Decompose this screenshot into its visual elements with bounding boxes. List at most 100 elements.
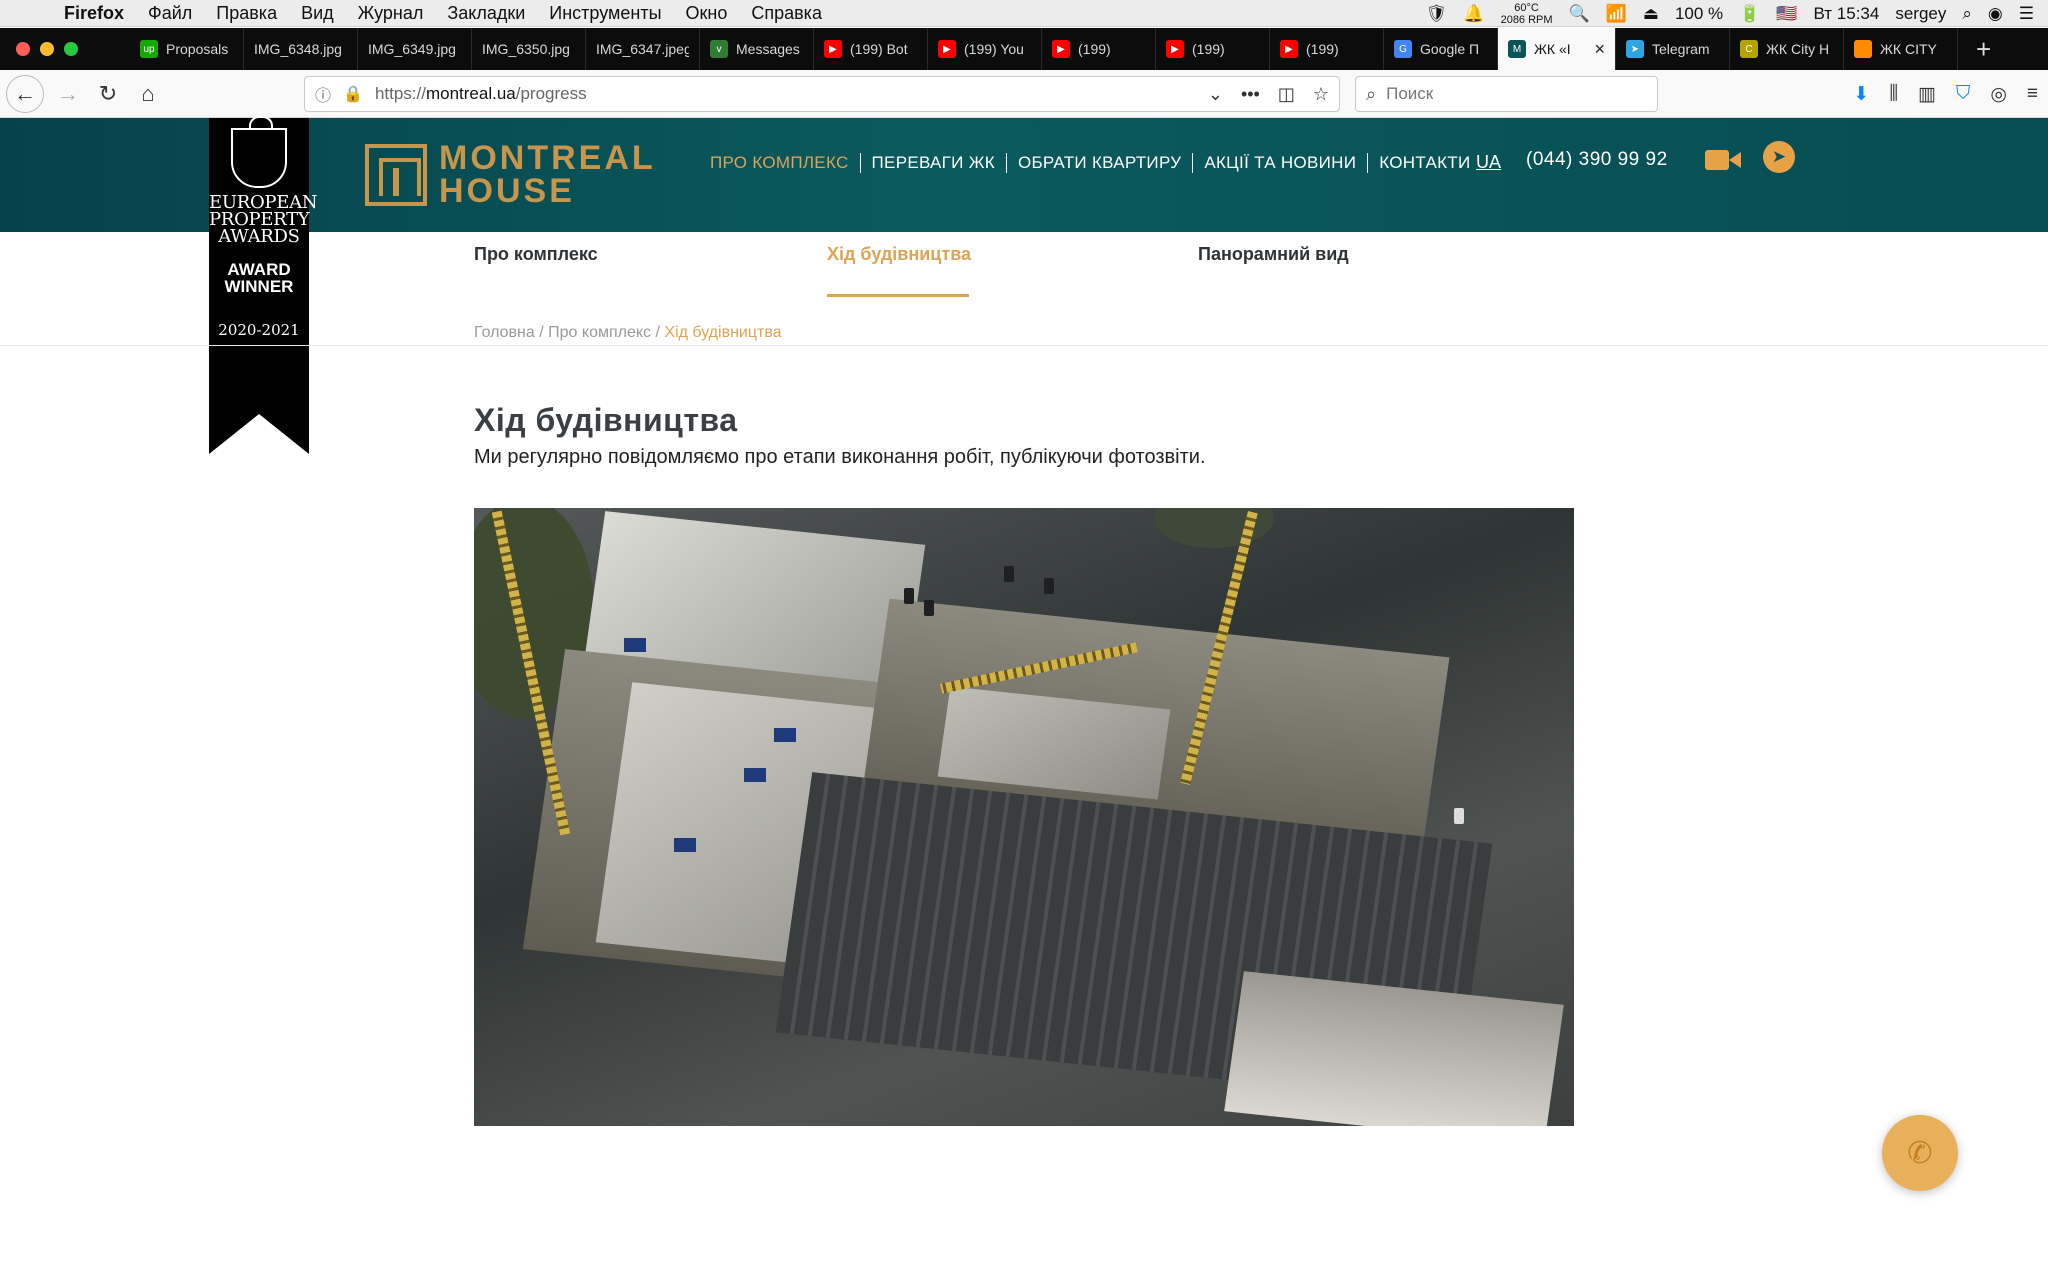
user-name[interactable]: sergey <box>1895 4 1946 24</box>
tab-label: (199) <box>1306 41 1339 57</box>
nav-advantages[interactable]: ПЕРЕВАГИ ЖК <box>861 153 1007 173</box>
nav-news[interactable]: АКЦІЇ ТА НОВИНИ <box>1193 153 1369 173</box>
reload-button[interactable]: ↻ <box>88 76 128 112</box>
page-title: Хід будівництва <box>474 402 738 438</box>
library-icon[interactable]: ⫼ <box>1889 83 1898 105</box>
nav-contacts[interactable]: КОНТАКТИ <box>1368 153 1481 173</box>
sidebar-icon[interactable]: ▥ <box>1918 83 1936 106</box>
chevron-down-icon[interactable]: ⌄ <box>1208 84 1223 105</box>
logo-mark-icon <box>365 144 427 206</box>
close-window-icon[interactable] <box>16 42 30 56</box>
bookmark-star-icon[interactable]: ☆ <box>1313 84 1329 105</box>
menu-edit[interactable]: Правка <box>216 3 277 24</box>
tab-about-complex[interactable]: Про комплекс <box>474 244 598 265</box>
tab-favicon-icon <box>1854 40 1872 58</box>
browser-tab[interactable]: v Messages <box>700 28 814 70</box>
menu-status-area: 🛡 🔔 60°C 2086 RPM 🔍 📶 ⏏ 100 % 🔋 🇺🇸 Вт 15:… <box>1426 0 2034 27</box>
tab-favicon-icon: C <box>1740 40 1758 58</box>
tab-favicon-icon: M <box>1508 40 1526 58</box>
minimize-window-icon[interactable] <box>40 42 54 56</box>
browser-tab[interactable]: ➤ Telegram <box>1616 28 1730 70</box>
tab-favicon-icon: up <box>140 40 158 58</box>
siri-icon[interactable]: ◉ <box>1988 4 2003 24</box>
more-actions-icon[interactable]: ••• <box>1241 84 1260 105</box>
breadcrumb-current: Хід будівництва <box>664 324 782 341</box>
tab-label: IMG_6350.jpg <box>482 41 570 57</box>
search-bar[interactable]: ⌕ Поиск <box>1355 76 1658 112</box>
browser-tab[interactable]: up Proposals <box>130 28 244 70</box>
notification-icon[interactable]: 🔔 <box>1463 4 1484 24</box>
menu-help[interactable]: Справка <box>751 3 822 24</box>
page-lead: Ми регулярно повідомляємо про етапи вико… <box>474 446 1206 468</box>
browser-tab[interactable]: ▶ (199) <box>1156 28 1270 70</box>
menu-file[interactable]: Файл <box>148 3 192 24</box>
menu-app-name[interactable]: Firefox <box>64 3 124 24</box>
new-tab-button[interactable]: + <box>1976 34 1991 65</box>
home-button[interactable]: ⌂ <box>128 76 168 112</box>
language-switch[interactable]: UA <box>1476 152 1501 173</box>
browser-tab[interactable]: ▶ (199) <box>1042 28 1156 70</box>
browser-tab[interactable]: IMG_6347.jpeg <box>586 28 700 70</box>
breadcrumb-home[interactable]: Головна <box>474 324 535 341</box>
tab-label: IMG_6349.jpg <box>368 41 456 57</box>
tab-favicon-icon: ▶ <box>1280 40 1298 58</box>
url-actions: ⌄ ••• ◫ ☆ <box>1208 84 1329 105</box>
search-app-icon[interactable]: 🔍 <box>1569 4 1590 24</box>
pocket-icon[interactable]: ◫ <box>1278 84 1295 105</box>
header-phone[interactable]: (044) 390 99 92 <box>1526 149 1668 171</box>
video-camera-icon[interactable] <box>1705 146 1741 174</box>
construction-photo[interactable] <box>474 508 1574 1126</box>
crest-icon <box>231 116 287 188</box>
notification-center-icon[interactable]: ☰ <box>2019 4 2034 24</box>
battery-percent[interactable]: 100 % <box>1675 4 1723 24</box>
nav-about[interactable]: ПРО КОМПЛЕКС <box>710 153 861 173</box>
breadcrumb-parent[interactable]: Про комплекс <box>548 324 651 341</box>
browser-tab[interactable]: IMG_6348.jpg <box>244 28 358 70</box>
phone-icon: ✆ <box>1907 1136 1933 1170</box>
close-tab-icon[interactable]: × <box>1594 39 1605 60</box>
browser-tab[interactable]: ▶ (199) <box>1270 28 1384 70</box>
tab-label: Telegram <box>1652 41 1710 57</box>
menu-tools[interactable]: Инструменты <box>549 3 661 24</box>
browser-tab[interactable]: C ЖК City H <box>1730 28 1844 70</box>
spotlight-icon[interactable]: ⌕ <box>1962 4 1972 24</box>
download-icon[interactable]: ⬇ <box>1853 83 1869 106</box>
battery-icon[interactable]: 🔋 <box>1739 4 1760 24</box>
url-bar[interactable]: ⓘ 🔒 https://montreal.ua/progress ⌄ ••• ◫… <box>304 76 1340 112</box>
back-button[interactable]: ← <box>6 74 44 113</box>
menu-view[interactable]: Вид <box>301 3 334 24</box>
telegram-icon[interactable]: ➤ <box>1763 141 1795 173</box>
menu-history[interactable]: Журнал <box>358 3 424 24</box>
browser-tab[interactable]: ЖК CITY <box>1844 28 1958 70</box>
site-logo[interactable]: MONTREAL HOUSE <box>365 141 656 208</box>
lock-icon[interactable]: 🔒 <box>343 84 363 104</box>
zoom-window-icon[interactable] <box>64 42 78 56</box>
tab-panorama[interactable]: Панорамний вид <box>1198 244 1349 265</box>
menu-window[interactable]: Окно <box>686 3 728 24</box>
shield-icon[interactable]: 🛡 <box>1426 4 1448 24</box>
clock[interactable]: Вт 15:34 <box>1814 4 1880 24</box>
os-menu-bar: Firefox Файл Правка Вид Журнал Закладки … <box>0 0 2048 27</box>
call-button[interactable]: ✆ <box>1882 1115 1958 1191</box>
eject-icon[interactable]: ⏏ <box>1643 4 1659 24</box>
wifi-icon[interactable]: 📶 <box>1606 4 1627 24</box>
tab-construction-progress[interactable]: Хід будівництва <box>827 244 971 265</box>
url-text[interactable]: https://montreal.ua/progress <box>375 84 587 104</box>
info-icon[interactable]: ⓘ <box>315 82 331 106</box>
browser-tab[interactable]: M ЖК «I × <box>1498 28 1616 70</box>
tabs: up Proposals IMG_6348.jpg IMG_6349.jpg IMG_6… <box>130 28 1958 70</box>
flag-icon[interactable]: 🇺🇸 <box>1776 4 1797 24</box>
browser-tab[interactable]: ▶ (199) You <box>928 28 1042 70</box>
menu-bookmarks[interactable]: Закладки <box>447 3 525 24</box>
hamburger-menu-icon[interactable]: ≡ <box>2027 83 2038 105</box>
browser-tab[interactable]: IMG_6349.jpg <box>358 28 472 70</box>
vpn-shield-icon[interactable]: ⛉ <box>1956 83 1970 105</box>
nav-choose-apartment[interactable]: ОБРАТИ КВАРТИРУ <box>1007 153 1194 173</box>
temperature-readout[interactable]: 60°C 2086 RPM <box>1501 2 1553 26</box>
toolbar-right: ⬇ ⫼ ▥ ⛉ ◎ ≡ <box>1853 70 2038 118</box>
account-icon[interactable]: ◎ <box>1990 83 2007 106</box>
forward-button[interactable]: → <box>48 76 88 112</box>
browser-tab[interactable]: G Google П <box>1384 28 1498 70</box>
browser-tab[interactable]: IMG_6350.jpg <box>472 28 586 70</box>
browser-tab[interactable]: ▶ (199) Bot <box>814 28 928 70</box>
